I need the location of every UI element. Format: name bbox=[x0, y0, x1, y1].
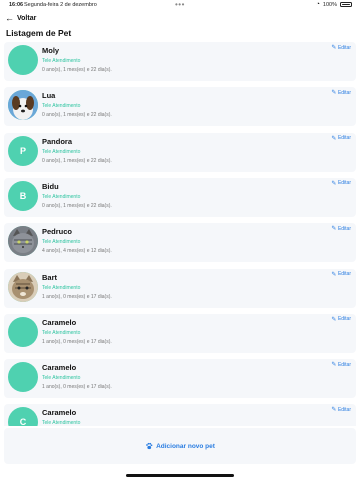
pet-card[interactable]: B Bidu Tele Atendimento 0 ano(s), 1 mes(es)… bbox=[4, 177, 356, 217]
edit-icon: ✎ bbox=[331, 90, 337, 97]
pet-service-type: Tele Atendimento bbox=[42, 329, 81, 336]
pet-service-type: Tele Atendimento bbox=[42, 148, 81, 155]
page-title: Listagem de Pet bbox=[6, 28, 72, 38]
pet-age: 0 ano(s), 1 mes(es) e 22 dia(s). bbox=[42, 112, 112, 119]
edit-label: Editar bbox=[337, 89, 351, 96]
pet-card[interactable]: Bart Tele Atendimento 1 ano(s), 0 mes(es) … bbox=[4, 268, 356, 308]
back-label: Voltar bbox=[17, 14, 37, 22]
pet-card[interactable]: Caramelo Tele Atendimento 1 ano(s), 0 mes(… bbox=[4, 359, 356, 399]
pet-name: Caramelo bbox=[42, 363, 77, 373]
pet-service-type: Tele Atendimento bbox=[42, 103, 81, 110]
pet-avatar: P bbox=[8, 135, 38, 166]
paw-icon bbox=[146, 442, 153, 450]
pet-service-type: Tele Atendimento bbox=[42, 239, 81, 246]
pet-photo bbox=[8, 90, 38, 121]
edit-label: Editar bbox=[337, 271, 351, 277]
pet-card[interactable]: C Caramelo Tele Atendimento ✎ Editar bbox=[4, 404, 356, 426]
edit-icon: ✎ bbox=[331, 362, 337, 369]
pet-avatar: C bbox=[8, 407, 38, 426]
multitasking-dots[interactable]: ••• bbox=[175, 0, 185, 9]
battery-percent: 100% bbox=[322, 1, 337, 8]
edit-pet-button[interactable]: ✎ Editar bbox=[331, 89, 351, 97]
pet-name: Bidu bbox=[42, 181, 59, 191]
pet-initial: B bbox=[19, 190, 27, 201]
pet-name: Caramelo bbox=[42, 408, 77, 418]
edit-icon: ✎ bbox=[331, 45, 337, 51]
status-bar: 16:06 Segunda-feira 2 de dezembro ••• ◔ … bbox=[0, 0, 360, 10]
pet-age: 1 ano(s), 0 mes(es) e 17 dia(s). bbox=[42, 384, 112, 391]
pet-age: 1 ano(s), 0 mes(es) e 17 dia(s). bbox=[42, 293, 112, 300]
pet-avatar bbox=[8, 45, 38, 75]
pet-card[interactable]: Moly Tele Atendimento 0 ano(s), 1 mes(es) … bbox=[4, 42, 356, 81]
pet-name: Bart bbox=[42, 272, 58, 282]
status-date: Segunda-feira 2 de dezembro bbox=[24, 2, 97, 8]
pet-list[interactable]: Moly Tele Atendimento 0 ano(s), 1 mes(es) … bbox=[4, 42, 356, 426]
pet-avatar bbox=[8, 316, 38, 347]
add-pet-button[interactable]: Adicionar novo pet bbox=[4, 428, 356, 464]
pet-initial: P bbox=[19, 145, 26, 156]
edit-label: Editar bbox=[337, 135, 351, 142]
pet-age: 0 ano(s), 1 mes(es) e 22 dia(s). bbox=[42, 67, 112, 73]
edit-pet-button[interactable]: ✎ Editar bbox=[331, 44, 351, 52]
edit-label: Editar bbox=[337, 180, 351, 187]
pet-service-type: Tele Atendimento bbox=[42, 284, 81, 291]
pet-age: 1 ano(s), 0 mes(es) e 17 dia(s). bbox=[42, 338, 112, 345]
pet-photo bbox=[8, 271, 38, 302]
arrow-left-icon: ← bbox=[5, 12, 14, 23]
pet-service-type: Tele Atendimento bbox=[42, 58, 81, 64]
wifi-icon: ◔ bbox=[315, 1, 320, 8]
edit-pet-button[interactable]: ✎ Editar bbox=[331, 316, 351, 323]
edit-icon: ✎ bbox=[331, 180, 337, 187]
add-pet-label: Adicionar novo pet bbox=[156, 442, 215, 450]
edit-pet-button[interactable]: ✎ Editar bbox=[331, 180, 351, 187]
pet-avatar bbox=[8, 226, 38, 257]
pet-initial: C bbox=[19, 417, 27, 426]
edit-label: Editar bbox=[337, 44, 351, 51]
edit-pet-button[interactable]: ✎ Editar bbox=[331, 361, 351, 369]
pet-age: 0 ano(s), 1 mes(es) e 22 dia(s). bbox=[42, 202, 112, 209]
edit-pet-button[interactable]: ✎ Editar bbox=[331, 406, 351, 414]
status-right: ◔ 100% bbox=[316, 1, 352, 8]
pet-service-type: Tele Atendimento bbox=[42, 193, 81, 200]
pet-age: 0 ano(s), 1 mes(es) e 22 dia(s). bbox=[42, 157, 112, 164]
battery-icon bbox=[340, 2, 352, 7]
back-button[interactable]: ← Voltar bbox=[5, 12, 36, 24]
edit-pet-button[interactable]: ✎ Editar bbox=[331, 271, 351, 278]
edit-icon: ✎ bbox=[331, 271, 337, 278]
edit-icon: ✎ bbox=[331, 316, 337, 323]
pet-name: Pedruco bbox=[42, 227, 73, 237]
edit-icon: ✎ bbox=[331, 226, 337, 233]
pet-card[interactable]: P Pandora Tele Atendimento 0 ano(s), 1 mes(… bbox=[4, 132, 356, 172]
pet-card[interactable]: Caramelo Tele Atendimento 1 ano(s), 0 mes(… bbox=[4, 313, 356, 353]
edit-label: Editar bbox=[337, 361, 351, 368]
home-indicator bbox=[126, 474, 234, 477]
edit-pet-button[interactable]: ✎ Editar bbox=[331, 225, 351, 233]
status-time: 16:06 bbox=[9, 2, 24, 8]
pet-service-type: Tele Atendimento bbox=[42, 420, 81, 426]
edit-label: Editar bbox=[337, 225, 351, 232]
pet-card[interactable]: Pedruco Tele Atendimento 4 ano(s), 4 mes(e… bbox=[4, 223, 356, 263]
pet-avatar bbox=[8, 362, 38, 393]
pet-avatar bbox=[8, 90, 38, 121]
pet-avatar: B bbox=[8, 180, 38, 211]
edit-label: Editar bbox=[337, 316, 351, 323]
pet-name: Pandora bbox=[42, 136, 73, 146]
pet-name: Moly bbox=[42, 46, 60, 55]
pet-avatar bbox=[8, 271, 38, 302]
edit-pet-button[interactable]: ✎ Editar bbox=[331, 135, 351, 142]
edit-icon: ✎ bbox=[331, 135, 337, 142]
pet-name: Caramelo bbox=[42, 317, 77, 327]
edit-label: Editar bbox=[337, 406, 351, 413]
pet-age: 4 ano(s), 4 mes(es) e 12 dia(s). bbox=[42, 248, 112, 255]
edit-icon: ✎ bbox=[331, 407, 337, 414]
pet-name: Lua bbox=[42, 91, 56, 101]
pet-service-type: Tele Atendimento bbox=[42, 375, 81, 382]
pet-card[interactable]: Lua Tele Atendimento 0 ano(s), 1 mes(es) e… bbox=[4, 87, 356, 127]
pet-photo bbox=[8, 226, 38, 257]
